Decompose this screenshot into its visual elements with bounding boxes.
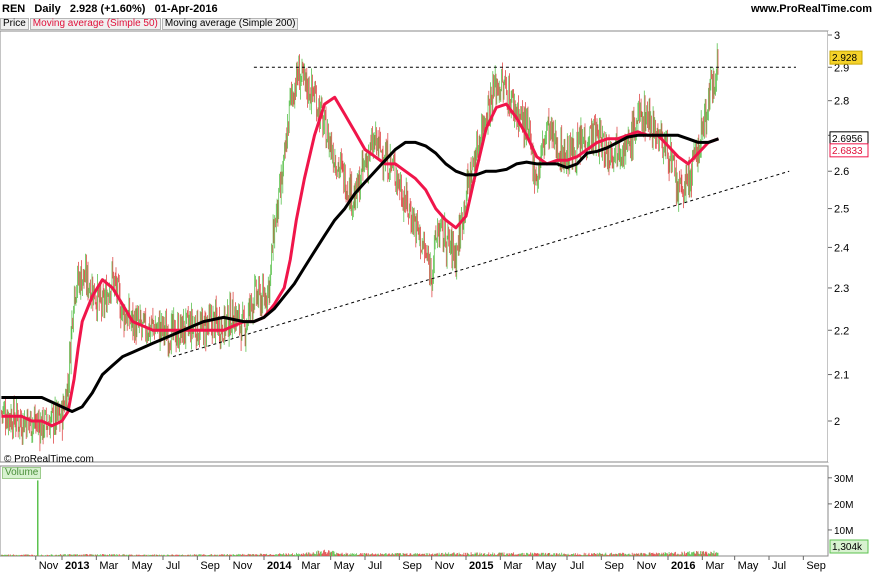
time-tick-label: Nov (637, 560, 657, 572)
time-tick-label: May (334, 560, 355, 572)
time-tick-label: Jul (368, 560, 382, 572)
time-tick-label: Jul (772, 560, 786, 572)
legend-ma200[interactable]: Moving average (Simple 200) (161, 18, 299, 30)
price-tick-label: 2.8 (834, 96, 849, 108)
volume-label[interactable]: Volume (2, 467, 42, 479)
header-bar: REN Daily 2.928 (+1.60%) 01-Apr-2016 www… (0, 0, 880, 18)
time-tick-label: Mar (99, 560, 118, 572)
time-tick-label: Mar (301, 560, 320, 572)
price-tick-label: 3 (834, 30, 840, 42)
time-tick-label: Jul (570, 560, 584, 572)
volume-tick-label: 10M (834, 526, 853, 537)
time-tick-label: 2016 (671, 560, 695, 572)
time-tick-label: Nov (39, 560, 59, 572)
time-tick-label: May (738, 560, 759, 572)
time-tick-label: Nov (233, 560, 253, 572)
time-tick-label: Sep (604, 560, 624, 572)
price-tick-label: 2.3 (834, 283, 849, 295)
last-price-tag-label: 2.928 (832, 53, 857, 64)
price-tick-label: 2.2 (834, 325, 849, 337)
legend-price[interactable]: Price (0, 18, 29, 30)
volume-tick-label: 30M (834, 474, 853, 485)
volume-panel-frame (0, 465, 829, 557)
legend-ma50[interactable]: Moving average (Simple 50) (29, 18, 161, 30)
time-tick-label: May (536, 560, 557, 572)
time-tick-label: May (132, 560, 153, 572)
volume-last-label: 1,304k (832, 542, 863, 553)
price-tick-label: 2 (834, 416, 840, 428)
time-tick-label: Sep (806, 560, 826, 572)
time-tick-label: Sep (402, 560, 422, 572)
price-tick-label: 2.6 (834, 166, 849, 178)
last-price: 2.928 (69, 3, 98, 15)
indicator-legend: Price Moving average (Simple 50) Moving … (0, 18, 299, 30)
time-tick-label: 2015 (469, 560, 493, 572)
price-tick-label: 2.1 (834, 370, 849, 382)
price-panel (0, 30, 829, 463)
volume-panel: 30M 20M 10M 1,304k (0, 465, 869, 557)
time-tick-label: Sep (200, 560, 220, 572)
chart-canvas: 22.12.22.32.42.52.62.72.82.932.9282.6956… (0, 0, 880, 572)
date: 01-Apr-2016 (154, 3, 218, 15)
price-tick-label: 2.5 (834, 204, 849, 216)
time-tick-label: Nov (435, 560, 455, 572)
price-panel-frame (0, 30, 829, 463)
ma50-tag-label: 2.6833 (832, 146, 863, 157)
symbol: REN (2, 3, 26, 15)
price-axis: 22.12.22.32.42.52.62.72.82.932.9282.6956… (828, 30, 880, 462)
period: Daily (34, 3, 61, 15)
time-tick-label: Jul (166, 560, 180, 572)
price-tick-label: 2.4 (834, 242, 849, 254)
time-tick-label: 2014 (267, 560, 292, 572)
time-tick-label: Mar (705, 560, 724, 572)
time-tick-label: 2013 (65, 560, 89, 572)
change: (+1.60%) (100, 3, 146, 15)
ma200-tag-label: 2.6956 (832, 134, 863, 145)
credit: © ProRealTime.com (4, 454, 94, 465)
site-link[interactable]: www.ProRealTime.com (751, 3, 872, 15)
time-tick-label: Mar (503, 560, 522, 572)
header-info: REN Daily 2.928 (+1.60%) 01-Apr-2016 (2, 3, 218, 15)
volume-tick-label: 20M (834, 500, 853, 511)
